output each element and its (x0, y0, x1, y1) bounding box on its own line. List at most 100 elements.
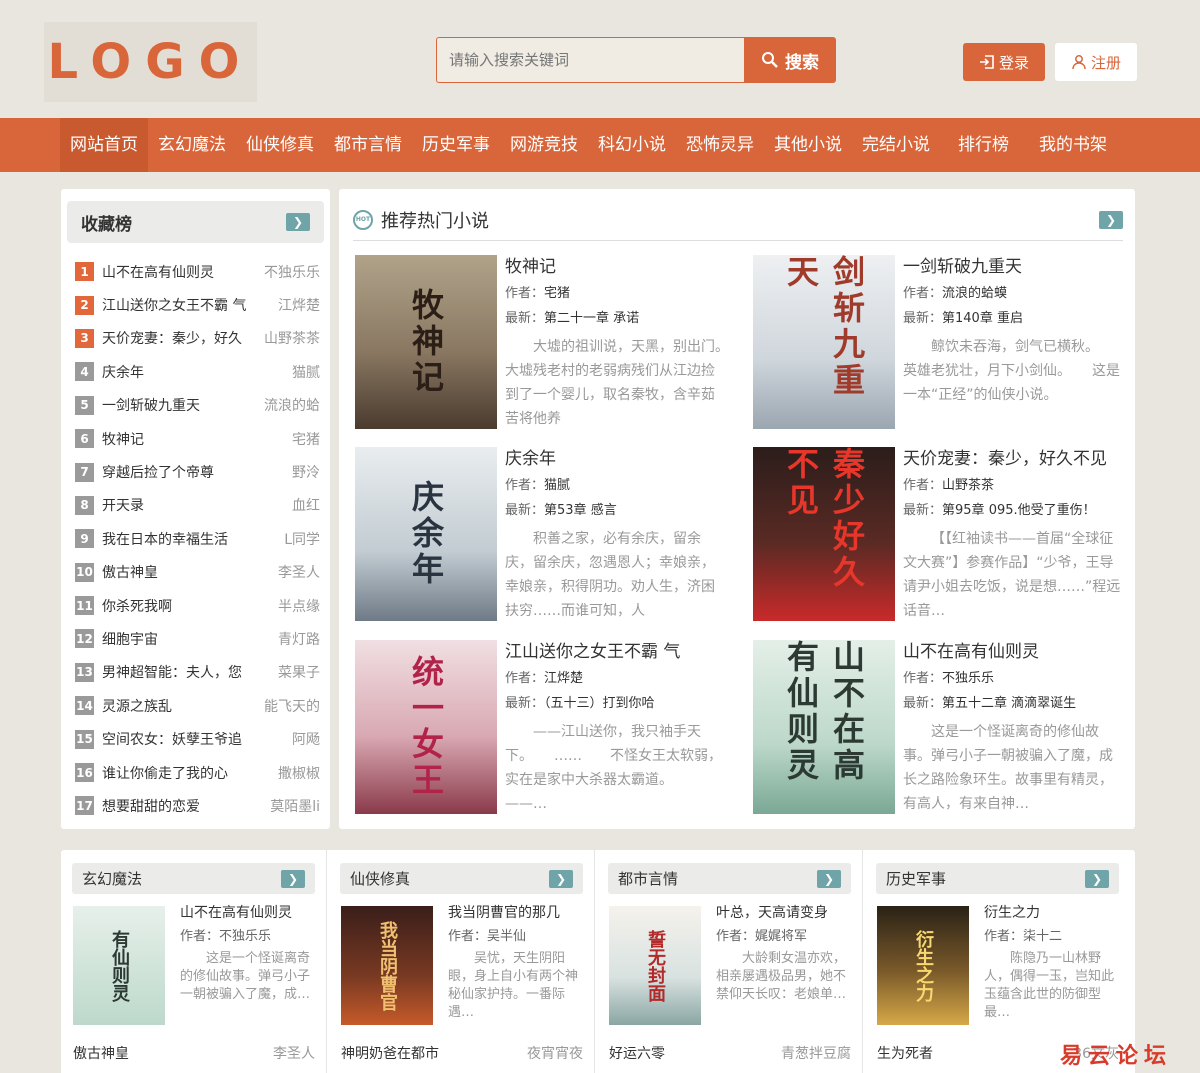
book-latest-chapter[interactable]: 第53章 感言 (544, 503, 617, 518)
book-latest-chapter[interactable]: 第五十二章 滴滴翠诞生 (942, 696, 1076, 711)
list-book-name[interactable]: 好运六零 (609, 1043, 665, 1063)
list-book-name[interactable]: 生为死者 (877, 1043, 933, 1063)
ranking-item[interactable]: 12 细胞宇宙 青灯路 (61, 622, 330, 655)
cover-title: 剑斩九重天 (782, 255, 866, 399)
ranking-item[interactable]: 14 灵源之族乱 能飞天的 (61, 689, 330, 722)
more-arrow-icon[interactable]: ❯ (549, 869, 573, 888)
nav-item-history[interactable]: 历史军事 (412, 118, 500, 172)
search-button[interactable]: 搜索 (744, 37, 836, 83)
ranking-book-name[interactable]: 你杀死我啊 (102, 596, 272, 616)
book-cover-image[interactable]: 秦少好久不见 (753, 447, 895, 621)
book-title[interactable]: 山不在高有仙则灵 (180, 902, 320, 924)
ranking-item[interactable]: 9 我在日本的幸福生活 L同学 (61, 522, 330, 555)
ranking-item[interactable]: 10 傲古神皇 李圣人 (61, 556, 330, 589)
book-cover-image[interactable]: 我当阴曹官 (341, 906, 433, 1025)
nav-item-other[interactable]: 其他小说 (764, 118, 852, 172)
nav-item-home[interactable]: 网站首页 (60, 118, 148, 172)
book-cover-image[interactable]: 牧神记 (355, 255, 497, 429)
book-cover-image[interactable]: 誓无封面 (609, 906, 701, 1025)
book-title[interactable]: 庆余年 (505, 447, 723, 471)
book-latest-chapter[interactable]: 第140章 重启 (942, 311, 1023, 326)
book-title[interactable]: 江山送你之女王不霸 气 (505, 640, 723, 664)
book-title[interactable]: 我当阴曹官的那几 (448, 902, 588, 924)
ranking-book-name[interactable]: 灵源之族乱 (102, 696, 258, 716)
nav-item-completed[interactable]: 完结小说 (852, 118, 940, 172)
ranking-item[interactable]: 2 江山送你之女王不霸 气江烨楚 (61, 288, 330, 321)
ranking-book-name[interactable]: 我在日本的幸福生活 (102, 529, 278, 549)
book-title[interactable]: 山不在高有仙则灵 (903, 640, 1121, 664)
author-label: 作者： (180, 929, 220, 944)
more-arrow-icon[interactable]: ❯ (286, 213, 310, 231)
ranking-book-name[interactable]: 谁让你偷走了我的心 (102, 763, 272, 783)
nav-item-urban[interactable]: 都市言情 (324, 118, 412, 172)
book-cover-image[interactable]: 衍生之力 (877, 906, 969, 1025)
ranking-author: 不独乐乐 (264, 264, 320, 281)
ranking-book-name[interactable]: 开天录 (102, 495, 286, 515)
search-input[interactable] (436, 37, 744, 83)
site-logo[interactable]: LOGO (44, 22, 257, 102)
cover-title: 衍生之力 (913, 929, 934, 1002)
register-button[interactable]: 注册 (1055, 43, 1137, 81)
ranking-book-name[interactable]: 细胞宇宙 (102, 629, 272, 649)
book-latest-chapter[interactable]: 第二十一章 承诺 (544, 311, 639, 326)
more-arrow-icon[interactable]: ❯ (817, 869, 841, 888)
list-book-author: 李圣人 (273, 1046, 315, 1062)
ranking-item[interactable]: 16 谁让你偷走了我的心 撒椒椒 (61, 756, 330, 789)
book-cover-image[interactable]: 统一女王 (355, 640, 497, 814)
nav-item-ranking[interactable]: 排行榜 (948, 118, 1019, 172)
ranking-book-name[interactable]: 想要甜甜的恋爱 (102, 796, 264, 816)
book-title[interactable]: 一剑斩破九重天 (903, 255, 1121, 279)
book-latest-chapter[interactable]: （五十三）打到你哈 (544, 696, 655, 711)
book-author: 江烨楚 (544, 671, 584, 686)
more-arrow-icon[interactable]: ❯ (1085, 869, 1109, 888)
book-description: 吴忧，天生阴阳眼，身上自小有两个神秘仙家护持。一番际遇… (448, 951, 579, 1020)
book-title[interactable]: 衍生之力 (984, 902, 1124, 924)
ranking-item[interactable]: 17 想要甜甜的恋爱 莫陌墨li (61, 789, 330, 822)
ranking-item[interactable]: 5 一剑斩破九重天 流浪的蛤 (61, 389, 330, 422)
category-title[interactable]: 历史军事 (886, 868, 946, 889)
book-cover-image[interactable]: 有仙则灵 (73, 906, 165, 1025)
ranking-book-name[interactable]: 牧神记 (102, 429, 286, 449)
nav-item-horror[interactable]: 恐怖灵异 (676, 118, 764, 172)
ranking-item[interactable]: 4 庆余年 猫腻 (61, 355, 330, 388)
category-title[interactable]: 都市言情 (618, 868, 678, 889)
ranking-item[interactable]: 6 牧神记 宅猪 (61, 422, 330, 455)
nav-item-bookshelf[interactable]: 我的书架 (1029, 118, 1117, 172)
nav-item-xianxia[interactable]: 仙侠修真 (236, 118, 324, 172)
book-cover-image[interactable]: 剑斩九重天 (753, 255, 895, 429)
ranking-item[interactable]: 3 天价宠妻：秦少，好久 山野茶茶 (61, 322, 330, 355)
login-label: 登录 (998, 53, 1029, 72)
category-title[interactable]: 玄幻魔法 (82, 868, 142, 889)
ranking-book-name[interactable]: 穿越后捡了个帝尊 (102, 462, 286, 482)
more-arrow-icon[interactable]: ❯ (1099, 210, 1123, 229)
ranking-book-name[interactable]: 空间农女：妖孽王爷追 (102, 729, 286, 749)
ranking-item[interactable]: 13 男神超智能：夫人，您 菜果子 (61, 656, 330, 689)
ranking-book-name[interactable]: 一剑斩破九重天 (102, 395, 258, 415)
ranking-item[interactable]: 7 穿越后捡了个帝尊 野泠 (61, 455, 330, 488)
category-title[interactable]: 仙侠修真 (350, 868, 410, 889)
book-latest-chapter[interactable]: 第95章 095.他受了重伤！ (942, 503, 1096, 518)
ranking-item[interactable]: 15 空间农女：妖孽王爷追 阿飏 (61, 722, 330, 755)
ranking-item[interactable]: 8 开天录 血红 (61, 489, 330, 522)
nav-item-fantasy[interactable]: 玄幻魔法 (148, 118, 236, 172)
ranking-book-name[interactable]: 江山送你之女王不霸 气 (102, 295, 272, 315)
book-title[interactable]: 天价宠妻：秦少，好久不见 (903, 447, 1121, 471)
ranking-book-name[interactable]: 男神超智能：夫人，您 (102, 662, 272, 682)
list-book-name[interactable]: 傲古神皇 (73, 1043, 129, 1063)
nav-item-games[interactable]: 网游竞技 (500, 118, 588, 172)
book-title[interactable]: 叶总，天高请变身 (716, 902, 856, 924)
ranking-book-name[interactable]: 天价宠妻：秦少，好久 (102, 328, 258, 348)
nav-item-scifi[interactable]: 科幻小说 (588, 118, 676, 172)
book-cover-image[interactable]: 山不在高有仙则灵 (753, 640, 895, 814)
ranking-book-name[interactable]: 傲古神皇 (102, 562, 272, 582)
book-cover-image[interactable]: 庆余年 (355, 447, 497, 621)
list-book-name[interactable]: 神明奶爸在都市 (341, 1043, 439, 1063)
ranking-item[interactable]: 1 山不在高有仙则灵 不独乐乐 (61, 255, 330, 288)
login-button[interactable]: 登录 (963, 43, 1045, 81)
book-title[interactable]: 牧神记 (505, 255, 723, 279)
rank-number-badge: 13 (75, 662, 94, 682)
more-arrow-icon[interactable]: ❯ (281, 869, 305, 888)
ranking-item[interactable]: 11 你杀死我啊 半点缘 (61, 589, 330, 622)
ranking-book-name[interactable]: 庆余年 (102, 362, 286, 382)
ranking-book-name[interactable]: 山不在高有仙则灵 (102, 262, 258, 282)
